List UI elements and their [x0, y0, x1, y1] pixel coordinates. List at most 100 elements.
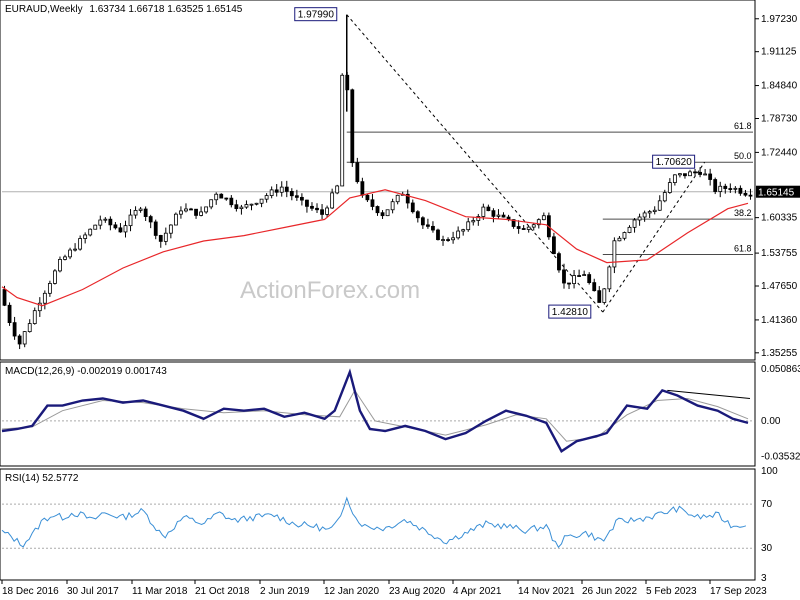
macd-axis-tick-label: 0.00 — [761, 416, 781, 427]
candle-body — [2, 289, 7, 306]
x-axis-tick-label: 11 Mar 2018 — [132, 586, 188, 597]
candle-body — [224, 197, 229, 200]
candle-body — [657, 200, 662, 211]
candle-body — [662, 192, 667, 202]
candle-body — [78, 238, 83, 250]
candle-body — [481, 206, 486, 217]
candle-body — [426, 224, 430, 227]
x-axis-tick-label: 17 Sep 2023 — [710, 586, 767, 597]
macd-axis-tick-label: 0.050863 — [761, 364, 800, 375]
candle-body — [143, 208, 148, 217]
candle-body — [325, 207, 329, 215]
candle-body — [138, 208, 143, 211]
candle-body — [360, 181, 365, 196]
candle-body — [118, 227, 123, 233]
candle-body — [572, 275, 576, 284]
candle-body — [612, 240, 617, 268]
candle-body — [264, 195, 269, 200]
candle-body — [17, 335, 22, 345]
macd-panel-title: MACD(12,26,9) -0.002019 0.001743 — [5, 366, 167, 377]
candle-body — [269, 189, 274, 196]
candle-body — [219, 193, 224, 199]
candle-body — [53, 270, 57, 284]
candle-body — [486, 206, 491, 212]
candle-body — [113, 224, 118, 229]
candle-body — [723, 185, 728, 189]
candle-body — [259, 198, 264, 204]
fib-level-label: 61.8 — [734, 243, 752, 253]
candle-body — [466, 221, 471, 231]
price-axis-tick-label: 1.53755 — [761, 248, 798, 259]
candle-body — [133, 210, 138, 216]
rsi-panel-title: RSI(14) 52.5772 — [5, 473, 79, 484]
candle-body — [93, 224, 98, 230]
candle-body — [370, 199, 375, 207]
candle-body — [68, 249, 72, 258]
candle-body — [204, 206, 209, 213]
candle-body — [103, 218, 108, 221]
price-annotation-label: 1.70620 — [656, 157, 693, 168]
candle-body — [194, 208, 198, 216]
candle-body — [214, 193, 219, 201]
candle-body — [557, 253, 561, 271]
candle-body — [83, 234, 88, 239]
candle-body — [602, 288, 607, 303]
candle-body — [471, 220, 476, 223]
candle-body — [501, 214, 506, 218]
candle-body — [299, 196, 304, 201]
candle-body — [330, 192, 335, 209]
candle-body — [98, 219, 103, 226]
candle-body — [733, 187, 738, 190]
rsi-axis-tick-label: 30 — [761, 543, 773, 554]
candle-body — [617, 237, 622, 242]
x-axis-tick-label: 26 Jun 2022 — [582, 586, 637, 597]
candle-body — [441, 239, 445, 241]
candle-body — [451, 237, 456, 241]
candle-body — [42, 292, 47, 304]
candle-body — [521, 228, 526, 230]
candle-body — [7, 304, 12, 324]
rsi-axis-tick-label: 70 — [761, 499, 773, 510]
candle-body — [189, 208, 193, 211]
candle-body — [284, 186, 289, 192]
fib-level-label: 61.8 — [734, 121, 752, 131]
candle-body — [597, 290, 602, 303]
candle-body — [637, 216, 642, 221]
candle-body — [456, 230, 461, 239]
candle-body — [320, 209, 324, 215]
candle-body — [652, 209, 657, 212]
candle-body — [672, 174, 677, 183]
candle-body — [390, 201, 395, 211]
rsi-axis-tick-label: 3 — [761, 573, 767, 584]
candle-body — [713, 179, 718, 192]
macd-axis-tick-label: -0.035322 — [761, 452, 800, 463]
x-axis-tick-label: 18 Dec 2016 — [2, 586, 59, 597]
candle-body — [395, 194, 400, 203]
candle-body — [582, 274, 587, 276]
ohlc-readout: 1.63734 1.66718 1.63525 1.65145 — [89, 4, 242, 15]
price-panel-title: EURAUD,Weekly 1.63734 1.66718 1.63525 1.… — [5, 4, 243, 15]
price-axis-tick-label: 1.47650 — [761, 281, 798, 292]
candle-body — [335, 185, 340, 194]
candle-body — [410, 202, 415, 213]
price-axis-tick-label: 1.78730 — [761, 113, 798, 124]
candle-body — [294, 195, 299, 198]
candle-body — [748, 194, 753, 197]
candle-body — [622, 232, 627, 239]
candle-body — [667, 182, 672, 193]
candle-body — [728, 188, 733, 190]
candle-body — [552, 236, 556, 255]
candle-body — [420, 217, 425, 226]
candle-body — [184, 208, 188, 212]
candle-body — [587, 274, 592, 284]
candle-body — [516, 226, 521, 229]
candle-body — [526, 226, 531, 230]
candle-body — [461, 229, 466, 232]
candle-body — [148, 216, 153, 223]
candle-body — [173, 213, 178, 226]
price-panel — [0, 0, 756, 361]
candle-body — [234, 204, 239, 210]
candle-body — [58, 259, 62, 272]
candle-body — [350, 89, 355, 164]
candle-body — [315, 207, 319, 211]
